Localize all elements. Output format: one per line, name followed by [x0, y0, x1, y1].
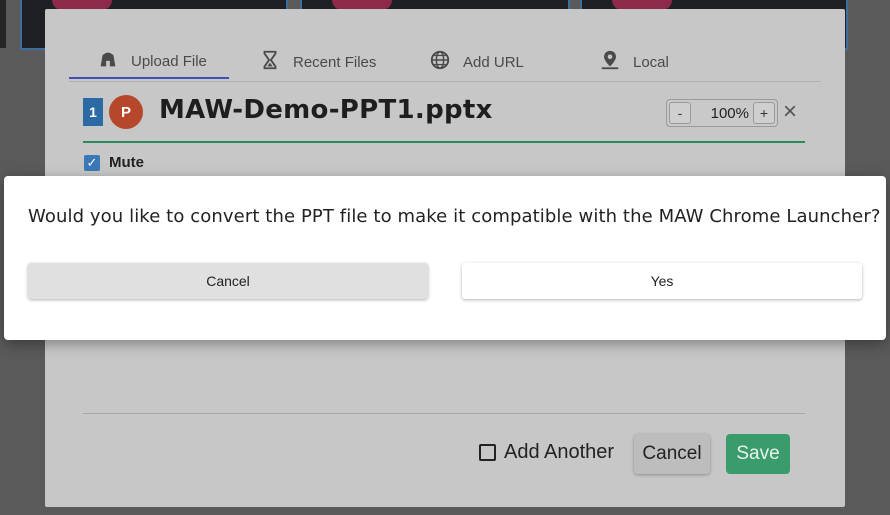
zoom-control: - 100% +	[666, 99, 778, 127]
add-another-option[interactable]: Add Another	[479, 441, 614, 464]
add-another-label: Add Another	[504, 441, 615, 463]
footer-divider	[83, 413, 805, 414]
globe-icon	[429, 49, 451, 75]
tab-recent-files[interactable]: Recent Files	[259, 45, 376, 79]
confirm-cancel-button[interactable]: Cancel	[28, 263, 428, 299]
remove-file-icon[interactable]: ×	[783, 99, 797, 125]
mute-option[interactable]: ✓ Mute	[84, 154, 144, 171]
hourglass-icon	[259, 49, 281, 75]
tab-upload-file[interactable]: Upload File	[69, 45, 229, 79]
zoom-in-button[interactable]: +	[753, 102, 775, 124]
save-button[interactable]: Save	[726, 434, 790, 474]
confirm-yes-button[interactable]: Yes	[462, 263, 862, 299]
mute-label: Mute	[109, 154, 144, 171]
file-name: MAW-Demo-PPT1.pptx	[159, 95, 493, 125]
location-pin-icon	[599, 49, 621, 75]
convert-confirm-dialog: Would you like to convert the PPT file t…	[4, 176, 886, 340]
tab-label: Add URL	[463, 53, 524, 71]
add-another-checkbox[interactable]	[479, 444, 496, 461]
powerpoint-icon: P	[109, 95, 143, 129]
tab-local[interactable]: Local	[599, 45, 669, 79]
background-edge	[0, 0, 6, 48]
tab-label: Upload File	[131, 52, 207, 70]
tab-add-url[interactable]: Add URL	[429, 45, 524, 79]
confirm-message: Would you like to convert the PPT file t…	[28, 206, 881, 227]
tab-label: Recent Files	[293, 53, 377, 71]
zoom-out-button[interactable]: -	[669, 102, 691, 124]
cancel-button[interactable]: Cancel	[634, 434, 710, 474]
mute-checkbox[interactable]: ✓	[84, 154, 100, 171]
selected-file-row: 1 P MAW-Demo-PPT1.pptx - 100% + ×	[83, 95, 805, 143]
zoom-value: 100%	[710, 104, 749, 122]
source-tabs: Upload File Recent Files Add URL Local	[69, 45, 821, 82]
slide-number-badge: 1	[83, 98, 103, 126]
tab-label: Local	[633, 53, 669, 71]
upload-file-icon	[97, 48, 119, 74]
